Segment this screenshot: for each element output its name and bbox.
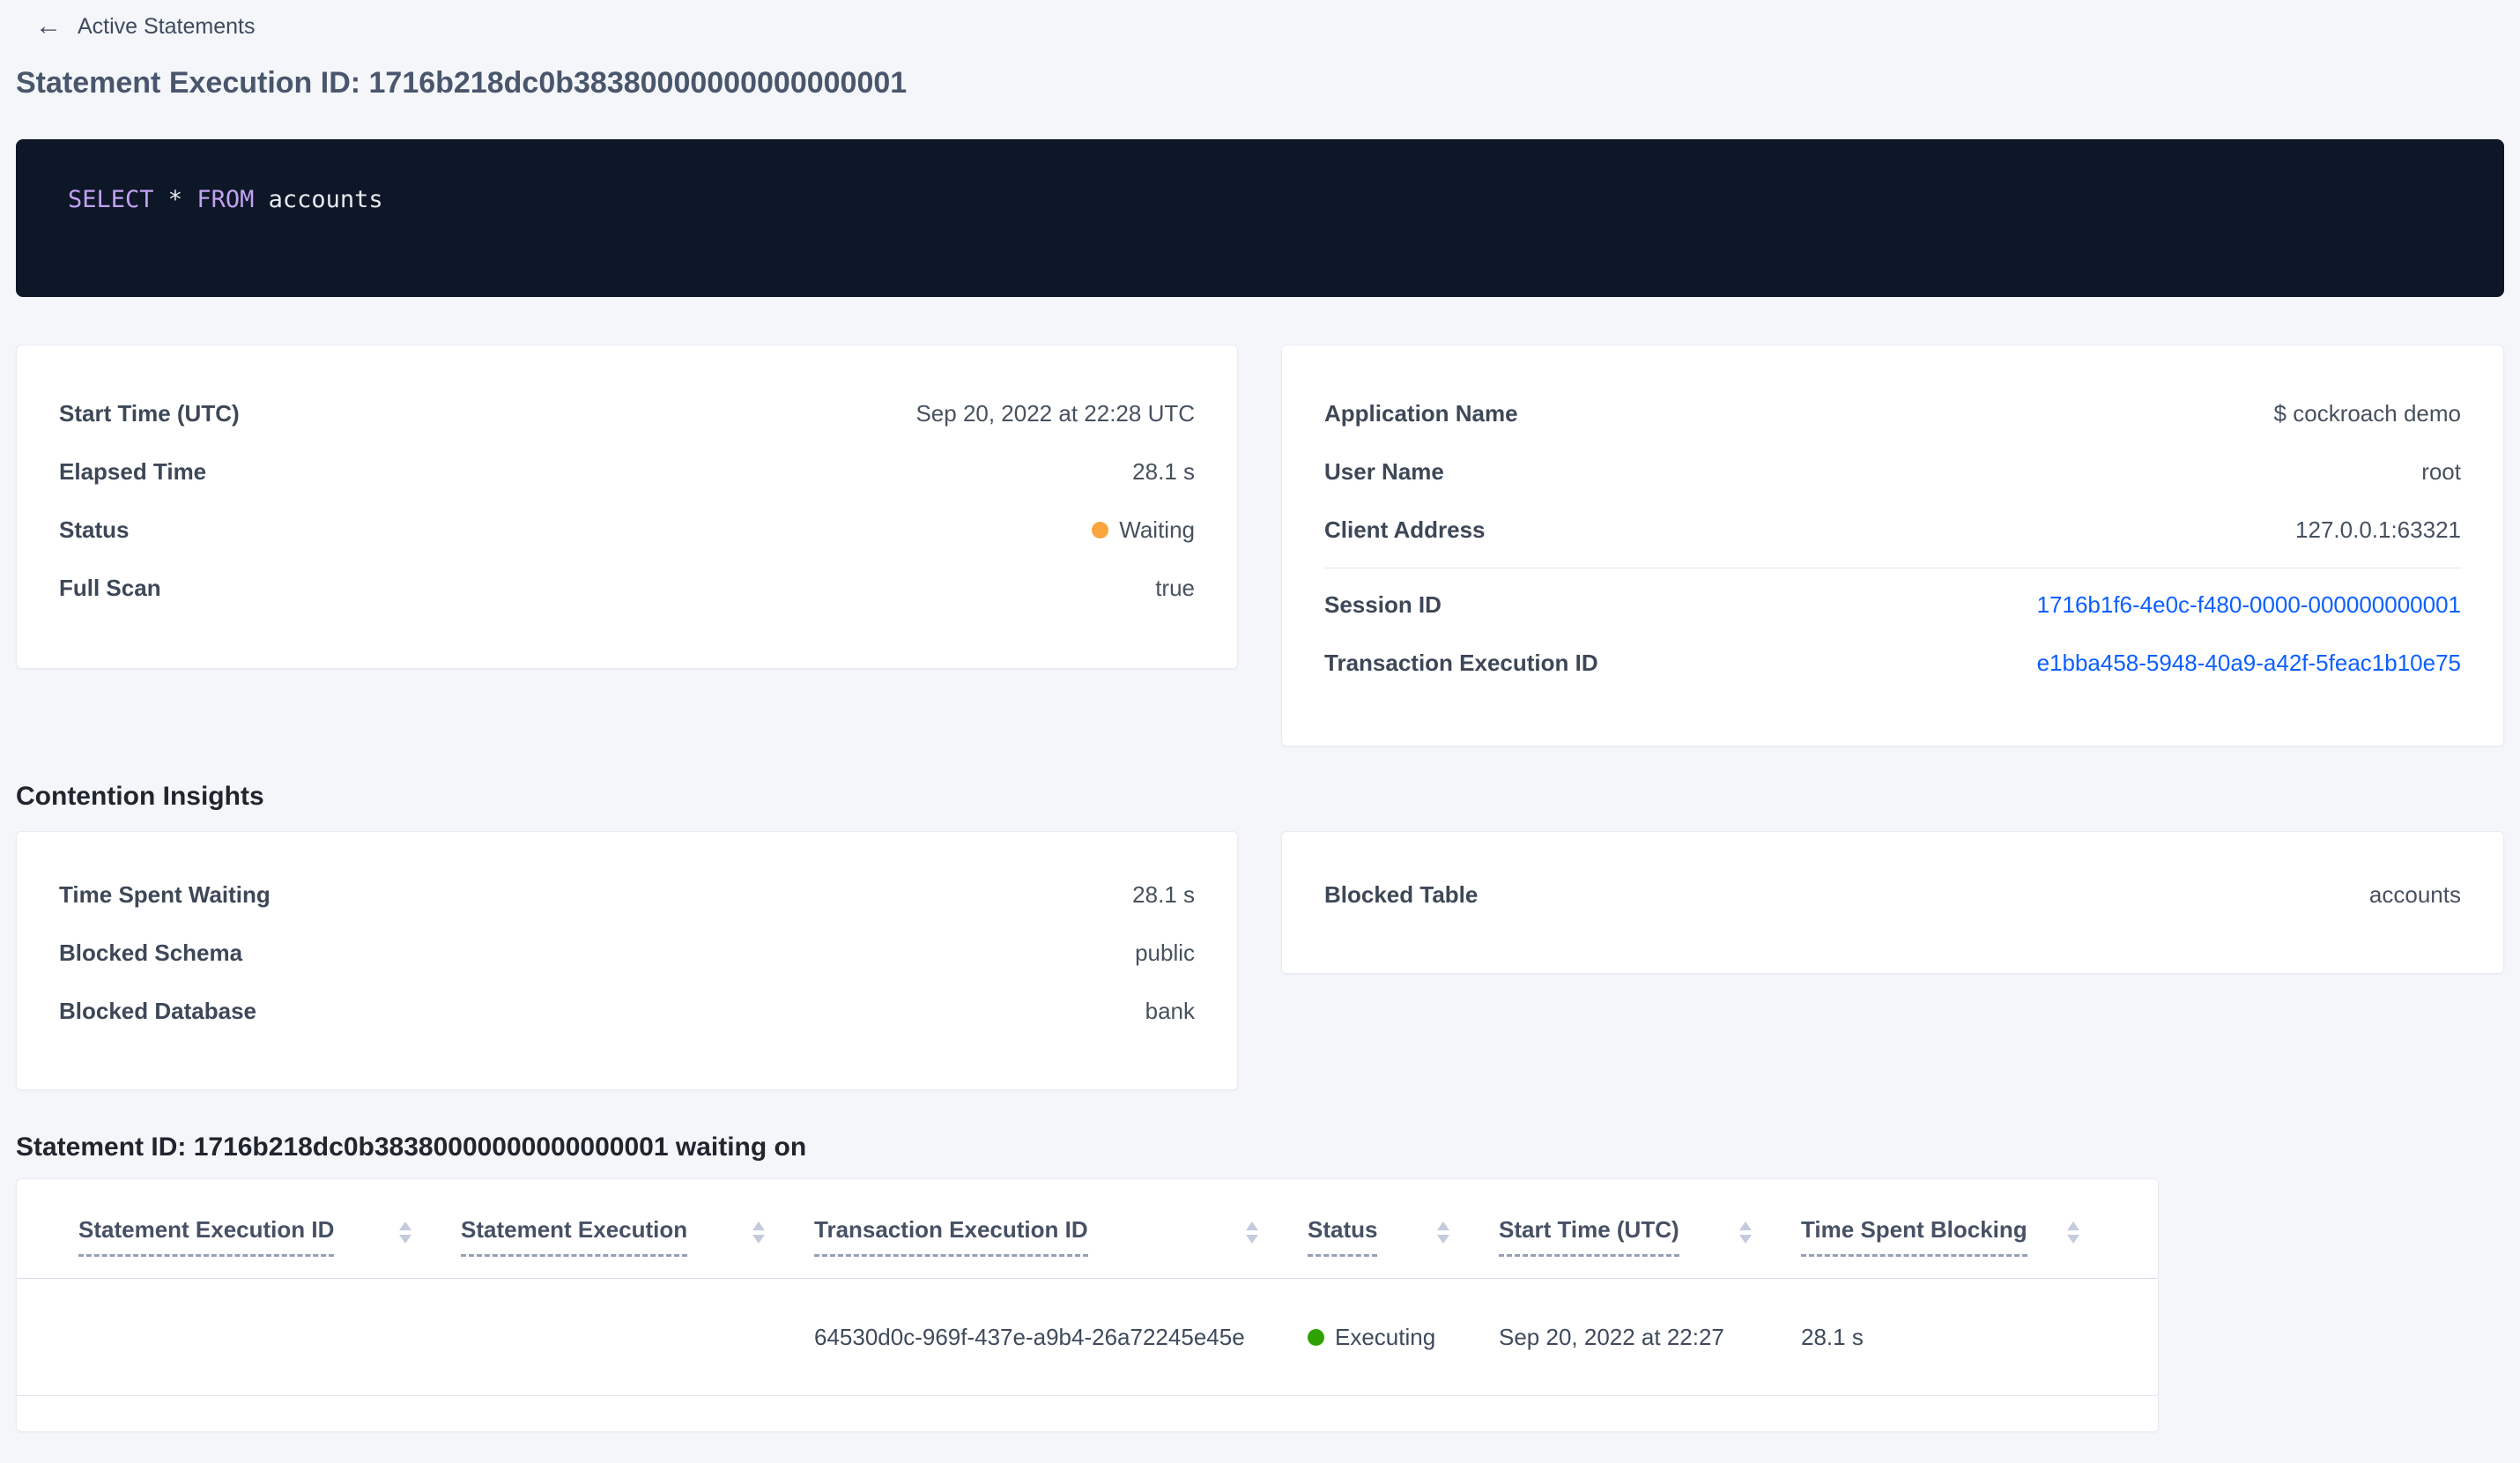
contention-details-card: Time Spent Waiting 28.1 s Blocked Schema… xyxy=(16,831,1238,1090)
status-executing-dot-icon xyxy=(1308,1328,1324,1346)
sql-from-keyword: FROM xyxy=(196,186,255,213)
page-title: Statement Execution ID: 1716b218dc0b3838… xyxy=(16,66,908,100)
full-scan-label: Full Scan xyxy=(59,574,161,601)
table-row: 64530d0c-969f-437e-a9b4-26a72245e45e Exe… xyxy=(17,1279,2158,1396)
elapsed-time-label: Elapsed Time xyxy=(59,457,207,485)
sort-up-arrow-icon xyxy=(399,1222,411,1230)
back-link-label: Active Statements xyxy=(78,13,256,39)
full-scan-row: Full Scan true xyxy=(59,559,1195,617)
blocked-schema-value: public xyxy=(1135,939,1195,966)
sort-down-arrow-icon xyxy=(1246,1235,1258,1244)
start-time-row: Start Time (UTC) Sep 20, 2022 at 22:28 U… xyxy=(59,384,1195,442)
blocked-table-card: Blocked Table accounts xyxy=(1281,831,2504,974)
sort-icon[interactable] xyxy=(752,1222,765,1244)
sort-up-arrow-icon xyxy=(1739,1222,1752,1230)
client-address-label: Client Address xyxy=(1324,516,1486,543)
session-id-label: Session ID xyxy=(1324,590,1442,618)
session-id-row: Session ID 1716b1f6-4e0c-f480-0000-00000… xyxy=(1324,576,2461,634)
transaction-execution-id-label: Transaction Execution ID xyxy=(1324,649,1598,676)
transaction-execution-id-link[interactable]: e1bba458-5948-40a9-a42f-5feac1b10e75 xyxy=(2037,650,2461,677)
execution-overview-card: Start Time (UTC) Sep 20, 2022 at 22:28 U… xyxy=(16,345,1238,669)
column-header-label: Statement Execution ID xyxy=(78,1216,335,1257)
sort-down-arrow-icon xyxy=(1437,1235,1449,1244)
cell-time-spent-blocking: 28.1 s xyxy=(1801,1323,1864,1350)
client-address-row: Client Address 127.0.0.1:63321 xyxy=(1324,501,2461,559)
elapsed-time-value: 28.1 s xyxy=(1132,457,1195,485)
sort-up-arrow-icon xyxy=(752,1222,765,1230)
contention-insights-heading: Contention Insights xyxy=(16,782,264,811)
time-spent-waiting-value: 28.1 s xyxy=(1132,880,1195,908)
blocked-table-value: accounts xyxy=(2368,880,2461,908)
full-scan-value: true xyxy=(1155,574,1195,601)
application-name-value: $ cockroach demo xyxy=(2273,399,2461,427)
sql-query-box: SELECT * FROM accounts xyxy=(16,139,2504,297)
column-header-label: Statement Execution xyxy=(461,1216,688,1257)
column-header-label: Status xyxy=(1308,1216,1378,1257)
sort-up-arrow-icon xyxy=(2067,1222,2079,1230)
session-details-card: Application Name $ cockroach demo User N… xyxy=(1281,345,2504,746)
sql-table-name: accounts xyxy=(254,186,383,213)
blocked-schema-label: Blocked Schema xyxy=(59,939,243,966)
column-header-statement-execution-id[interactable]: Statement Execution ID xyxy=(78,1216,461,1278)
blocked-database-row: Blocked Database bank xyxy=(59,982,1195,1040)
user-name-label: User Name xyxy=(1324,457,1444,485)
column-header-status[interactable]: Status xyxy=(1308,1216,1499,1278)
column-header-label: Transaction Execution ID xyxy=(814,1216,1088,1257)
sort-icon[interactable] xyxy=(1739,1222,1752,1244)
sort-down-arrow-icon xyxy=(752,1235,765,1244)
cell-status: Executing xyxy=(1308,1324,1499,1351)
cell-start-time: Sep 20, 2022 at 22:27 xyxy=(1499,1323,1724,1350)
blocked-database-label: Blocked Database xyxy=(59,997,256,1024)
start-time-value: Sep 20, 2022 at 22:28 UTC xyxy=(915,399,1195,427)
column-header-start-time[interactable]: Start Time (UTC) xyxy=(1499,1216,1801,1278)
sql-select-keyword: SELECT xyxy=(68,186,154,213)
blocked-table-label: Blocked Table xyxy=(1324,880,1479,908)
sort-icon[interactable] xyxy=(1437,1222,1449,1244)
user-name-value: root xyxy=(2421,457,2461,485)
session-id-link[interactable]: 1716b1f6-4e0c-f480-0000-000000000001 xyxy=(2037,591,2461,619)
cell-transaction-execution-id: 64530d0c-969f-437e-a9b4-26a72245e45e xyxy=(814,1323,1245,1350)
application-name-label: Application Name xyxy=(1324,399,1518,427)
status-row: Status Waiting xyxy=(59,501,1195,559)
waiting-statements-table: Statement Execution ID Statement Executi… xyxy=(16,1178,2159,1432)
elapsed-time-row: Elapsed Time 28.1 s xyxy=(59,442,1195,501)
client-address-value: 127.0.0.1:63321 xyxy=(2295,516,2461,543)
waiting-on-heading: Statement ID: 1716b218dc0b38380000000000… xyxy=(16,1133,807,1162)
blocked-table-row: Blocked Table accounts xyxy=(1324,865,2461,924)
column-header-label: Start Time (UTC) xyxy=(1499,1216,1679,1257)
table-header-row: Statement Execution ID Statement Executi… xyxy=(17,1179,2158,1279)
status-label: Status xyxy=(59,516,130,543)
time-spent-waiting-label: Time Spent Waiting xyxy=(59,880,271,908)
column-header-time-spent-blocking[interactable]: Time Spent Blocking xyxy=(1801,1216,2129,1278)
column-header-statement-execution[interactable]: Statement Execution xyxy=(461,1216,814,1278)
statement-execution-details-page: ← Active Statements Statement Execution … xyxy=(0,9,2520,1432)
back-arrow-icon: ← xyxy=(35,11,62,41)
user-name-row: User Name root xyxy=(1324,442,2461,501)
transaction-execution-id-row: Transaction Execution ID e1bba458-5948-4… xyxy=(1324,634,2461,692)
cell-status-text: Executing xyxy=(1335,1323,1436,1350)
sort-icon[interactable] xyxy=(2067,1222,2079,1244)
contention-cards-row: Time Spent Waiting 28.1 s Blocked Schema… xyxy=(16,831,2504,1090)
sort-icon[interactable] xyxy=(1246,1222,1258,1244)
column-header-transaction-execution-id[interactable]: Transaction Execution ID xyxy=(814,1216,1308,1278)
sql-star: * xyxy=(153,186,197,213)
sort-down-arrow-icon xyxy=(1739,1235,1752,1244)
column-header-label: Time Spent Blocking xyxy=(1801,1216,2027,1257)
start-time-label: Start Time (UTC) xyxy=(59,399,240,427)
application-name-row: Application Name $ cockroach demo xyxy=(1324,384,2461,442)
sort-down-arrow-icon xyxy=(2067,1235,2079,1244)
top-cards-row: Start Time (UTC) Sep 20, 2022 at 22:28 U… xyxy=(16,345,2504,746)
time-spent-waiting-row: Time Spent Waiting 28.1 s xyxy=(59,865,1195,924)
sort-down-arrow-icon xyxy=(399,1235,411,1244)
sort-up-arrow-icon xyxy=(1437,1222,1449,1230)
status-value-text: Waiting xyxy=(1119,516,1195,543)
sort-icon[interactable] xyxy=(399,1222,411,1244)
blocked-schema-row: Blocked Schema public xyxy=(59,924,1195,982)
blocked-database-value: bank xyxy=(1145,997,1195,1024)
status-value: Waiting xyxy=(1092,516,1195,544)
status-waiting-dot-icon xyxy=(1092,521,1109,538)
back-link[interactable]: ← Active Statements xyxy=(35,9,255,44)
sort-up-arrow-icon xyxy=(1246,1222,1258,1230)
